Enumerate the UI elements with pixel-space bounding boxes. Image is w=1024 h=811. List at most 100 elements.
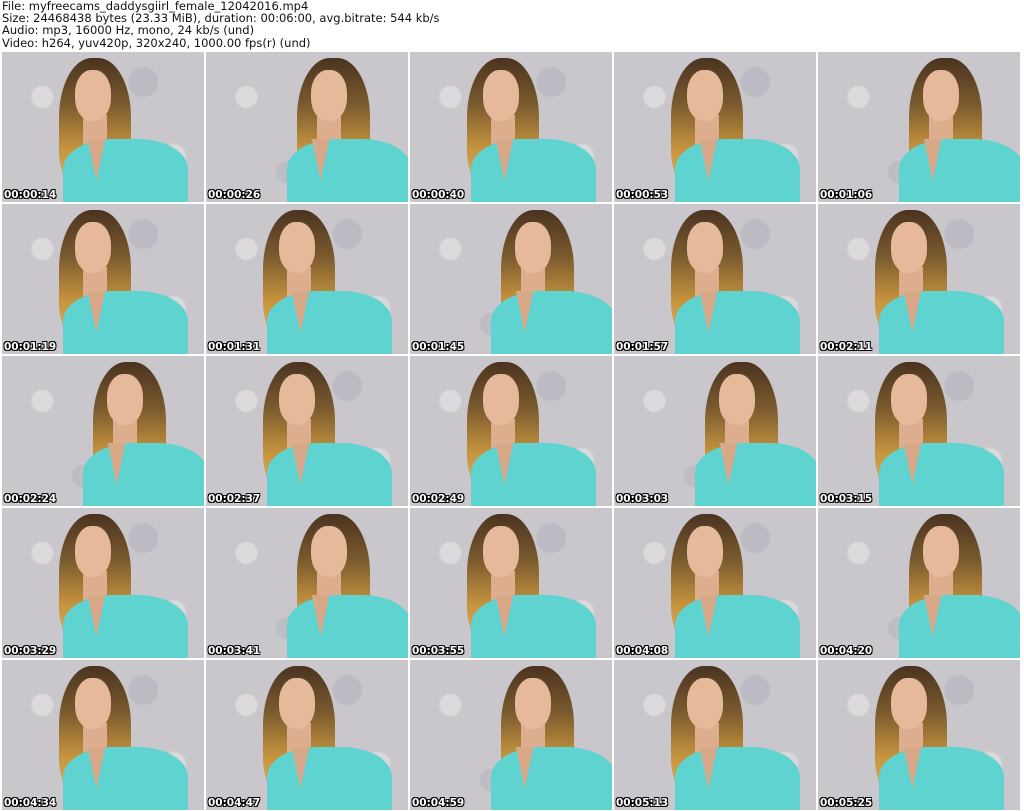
video-thumbnail: 00:00:14 — [2, 52, 204, 202]
thumbnail-image-face — [74, 70, 112, 121]
thumbnail-image-face — [890, 374, 928, 425]
thumbnail-image-shirt — [266, 747, 392, 810]
thumbnail-timestamp: 00:04:59 — [412, 797, 465, 809]
thumbnail-image-face — [515, 678, 552, 729]
thumbnail-image-face — [923, 70, 960, 121]
video-thumbnail: 00:01:31 — [206, 204, 408, 354]
thumbnail-image-face — [311, 526, 348, 577]
video-thumbnail: 00:01:06 — [818, 52, 1020, 202]
thumbnail-image-face — [278, 678, 316, 729]
thumbnail-timestamp: 00:01:19 — [4, 341, 57, 353]
thumbnail-image-shirt — [82, 443, 204, 506]
thumbnail-timestamp: 00:05:13 — [616, 797, 669, 809]
thumbnail-image-shirt — [470, 595, 596, 658]
audio-info: Audio: mp3, 16000 Hz, mono, 24 kb/s (und… — [2, 23, 255, 38]
video-thumbnail: 00:02:37 — [206, 356, 408, 506]
video-thumbnail: 00:05:25 — [818, 660, 1020, 810]
thumbnail-timestamp: 00:03:55 — [412, 645, 465, 657]
thumbnail-image-face — [482, 70, 520, 121]
thumbnail-timestamp: 00:00:26 — [208, 189, 261, 201]
thumbnail-image-shirt — [266, 443, 392, 506]
video-thumbnail: 00:03:29 — [2, 508, 204, 658]
thumbnail-timestamp: 00:04:47 — [208, 797, 261, 809]
video-thumbnail: 00:03:41 — [206, 508, 408, 658]
thumbnail-image-shirt — [62, 291, 188, 354]
thumbnail-timestamp: 00:03:03 — [616, 493, 669, 505]
thumbnail-timestamp: 00:02:37 — [208, 493, 261, 505]
thumbnail-timestamp: 00:04:08 — [616, 645, 669, 657]
thumbnail-image-face — [482, 374, 520, 425]
thumbnail-timestamp: 00:01:45 — [412, 341, 465, 353]
video-thumbnail: 00:03:15 — [818, 356, 1020, 506]
thumbnail-timestamp: 00:03:41 — [208, 645, 261, 657]
video-thumbnail: 00:04:20 — [818, 508, 1020, 658]
thumbnail-image-shirt — [898, 139, 1020, 202]
video-thumbnail: 00:02:49 — [410, 356, 612, 506]
video-thumbnail: 00:04:08 — [614, 508, 816, 658]
thumbnail-timestamp: 00:02:24 — [4, 493, 57, 505]
thumbnail-image-face — [74, 222, 112, 273]
thumbnail-timestamp: 00:03:29 — [4, 645, 57, 657]
thumbnail-image-face — [923, 526, 960, 577]
thumbnail-image-face — [719, 374, 756, 425]
thumbnail-image-face — [686, 222, 724, 273]
video-thumbnail: 00:04:59 — [410, 660, 612, 810]
thumbnail-image-shirt — [674, 291, 800, 354]
file-info-header: File: myfreecams_daddysgiirl_female_1204… — [2, 0, 440, 49]
thumbnail-image-face — [482, 526, 520, 577]
thumbnail-image-shirt — [674, 139, 800, 202]
thumbnail-image-shirt — [470, 443, 596, 506]
thumbnail-timestamp: 00:05:25 — [820, 797, 873, 809]
thumbnail-timestamp: 00:01:31 — [208, 341, 261, 353]
thumbnail-timestamp: 00:01:06 — [820, 189, 873, 201]
thumbnail-image-shirt — [694, 443, 816, 506]
thumbnail-timestamp: 00:03:15 — [820, 493, 873, 505]
video-thumbnail: 00:05:13 — [614, 660, 816, 810]
thumbnail-image-shirt — [878, 747, 1004, 810]
thumbnail-image-face — [278, 374, 316, 425]
thumbnail-image-face — [686, 526, 724, 577]
thumbnail-image-face — [890, 678, 928, 729]
video-thumbnail: 00:01:19 — [2, 204, 204, 354]
thumbnail-image-shirt — [62, 595, 188, 658]
thumbnail-timestamp: 00:04:20 — [820, 645, 873, 657]
thumbnail-image-shirt — [286, 595, 408, 658]
thumbnail-image-shirt — [490, 291, 612, 354]
thumbnail-image-shirt — [878, 443, 1004, 506]
thumbnail-timestamp: 00:00:14 — [4, 189, 57, 201]
thumbnail-image-shirt — [62, 747, 188, 810]
video-thumbnail: 00:00:26 — [206, 52, 408, 202]
video-thumbnail: 00:00:53 — [614, 52, 816, 202]
thumbnail-image-face — [311, 70, 348, 121]
thumbnail-image-shirt — [878, 291, 1004, 354]
thumbnail-image-shirt — [674, 595, 800, 658]
thumbnail-image-shirt — [62, 139, 188, 202]
thumbnail-timestamp: 00:00:40 — [412, 189, 465, 201]
thumbnail-image-shirt — [490, 747, 612, 810]
thumbnail-image-shirt — [470, 139, 596, 202]
video-thumbnail: 00:03:03 — [614, 356, 816, 506]
video-thumbnail: 00:01:57 — [614, 204, 816, 354]
thumbnail-image-shirt — [266, 291, 392, 354]
video-thumbnail: 00:03:55 — [410, 508, 612, 658]
thumbnail-timestamp: 00:04:34 — [4, 797, 57, 809]
thumbnail-image-face — [74, 526, 112, 577]
thumbnail-image-face — [890, 222, 928, 273]
thumbnail-image-shirt — [674, 747, 800, 810]
thumbnail-image-face — [515, 222, 552, 273]
thumbnail-image-face — [107, 374, 144, 425]
thumbnail-image-shirt — [286, 139, 408, 202]
video-thumbnail: 00:04:47 — [206, 660, 408, 810]
thumbnail-image-face — [278, 222, 316, 273]
video-thumbnail: 00:02:11 — [818, 204, 1020, 354]
thumbnail-timestamp: 00:02:49 — [412, 493, 465, 505]
video-info: Video: h264, yuv420p, 320x240, 1000.00 f… — [2, 35, 311, 50]
thumbnail-image-face — [686, 70, 724, 121]
video-thumbnail: 00:04:34 — [2, 660, 204, 810]
thumbnail-timestamp: 00:02:11 — [820, 341, 873, 353]
thumbnail-timestamp: 00:01:57 — [616, 341, 669, 353]
thumbnail-image-face — [686, 678, 724, 729]
thumbnail-timestamp: 00:00:53 — [616, 189, 669, 201]
thumbnail-image-shirt — [898, 595, 1020, 658]
video-thumbnail: 00:00:40 — [410, 52, 612, 202]
